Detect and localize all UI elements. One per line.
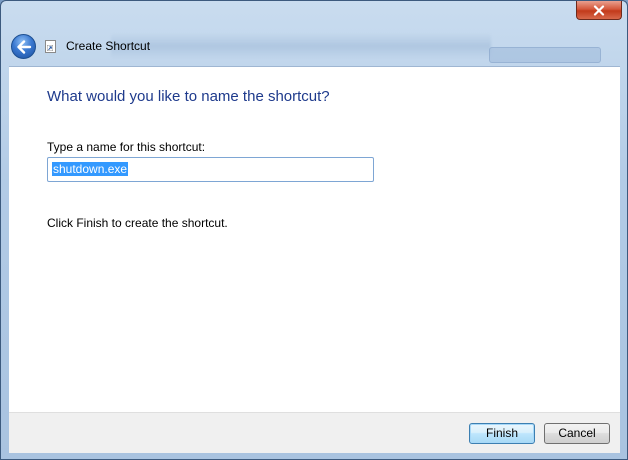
back-arrow-icon [16, 39, 31, 54]
wizard-footer: Finish Cancel [9, 412, 620, 453]
finish-button[interactable]: Finish [469, 423, 535, 444]
cancel-button[interactable]: Cancel [544, 423, 610, 444]
shortcut-name-value: shutdown.exe [52, 162, 129, 176]
finish-instruction: Click Finish to create the shortcut. [47, 216, 228, 230]
shortcut-name-input[interactable]: shutdown.exe [47, 157, 374, 182]
window-title: Create Shortcut [66, 39, 151, 53]
page-title: What would you like to name the shortcut… [47, 88, 330, 105]
wizard-content: What would you like to name the shortcut… [9, 66, 620, 413]
shortcut-arrow-icon [47, 45, 53, 51]
create-shortcut-window: Create Shortcut What would you like to n… [0, 0, 628, 460]
close-button[interactable] [576, 1, 622, 20]
back-button[interactable] [11, 34, 36, 59]
title-bar-glass [111, 33, 491, 59]
shortcut-name-label: Type a name for this shortcut: [47, 140, 206, 154]
shortcut-icon [45, 40, 56, 53]
close-icon [593, 4, 605, 16]
title-bar-glass-accent [489, 47, 601, 63]
